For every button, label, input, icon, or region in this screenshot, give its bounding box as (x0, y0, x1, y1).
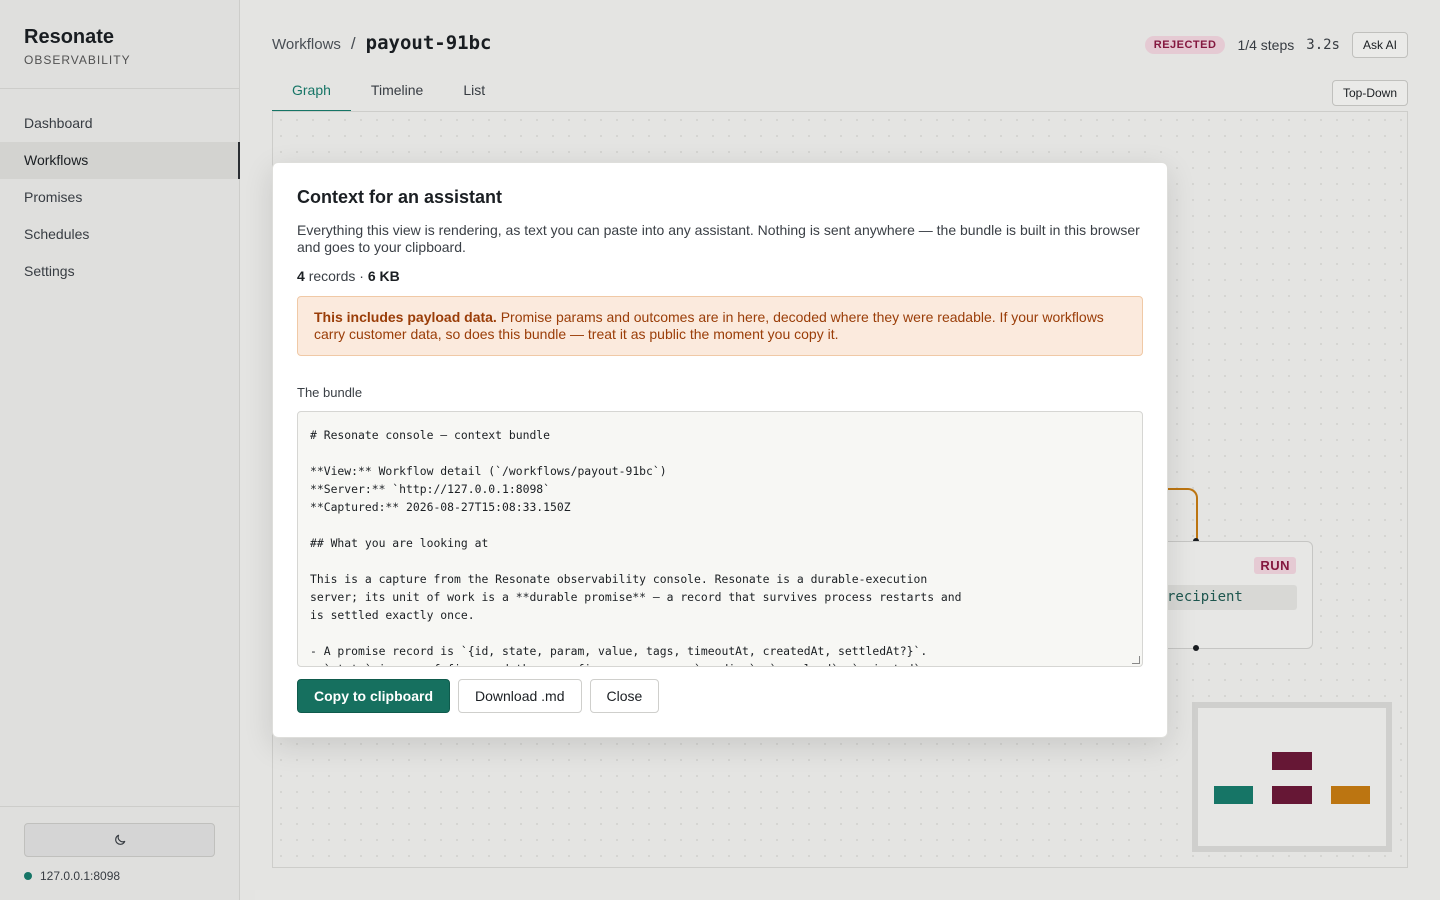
payload-warning: This includes payload data. Promise para… (297, 296, 1143, 356)
bundle-stats: 4 records · 6 KB (297, 268, 1143, 284)
warning-title: This includes payload data. (314, 309, 497, 325)
modal-description: Everything this view is rendering, as te… (297, 222, 1140, 255)
stats-separator: · (359, 268, 364, 284)
copy-to-clipboard-button[interactable]: Copy to clipboard (297, 679, 450, 713)
bundle-content: # Resonate console — context bundle **Vi… (310, 428, 962, 666)
modal-title: Context for an assistant (297, 187, 503, 207)
close-button[interactable]: Close (589, 679, 660, 713)
resize-handle[interactable] (1132, 656, 1140, 664)
bundle-textarea[interactable]: # Resonate console — context bundle **Vi… (297, 411, 1143, 667)
bundle-size: 6 KB (367, 268, 400, 284)
records-count: 4 (297, 268, 305, 284)
download-md-button[interactable]: Download .md (458, 679, 582, 713)
context-modal: Context for an assistant Everything this… (272, 162, 1168, 738)
modal-actions: Copy to clipboard Download .md Close (297, 679, 1143, 713)
bundle-label: The bundle (297, 385, 363, 400)
records-word: records (308, 268, 356, 284)
